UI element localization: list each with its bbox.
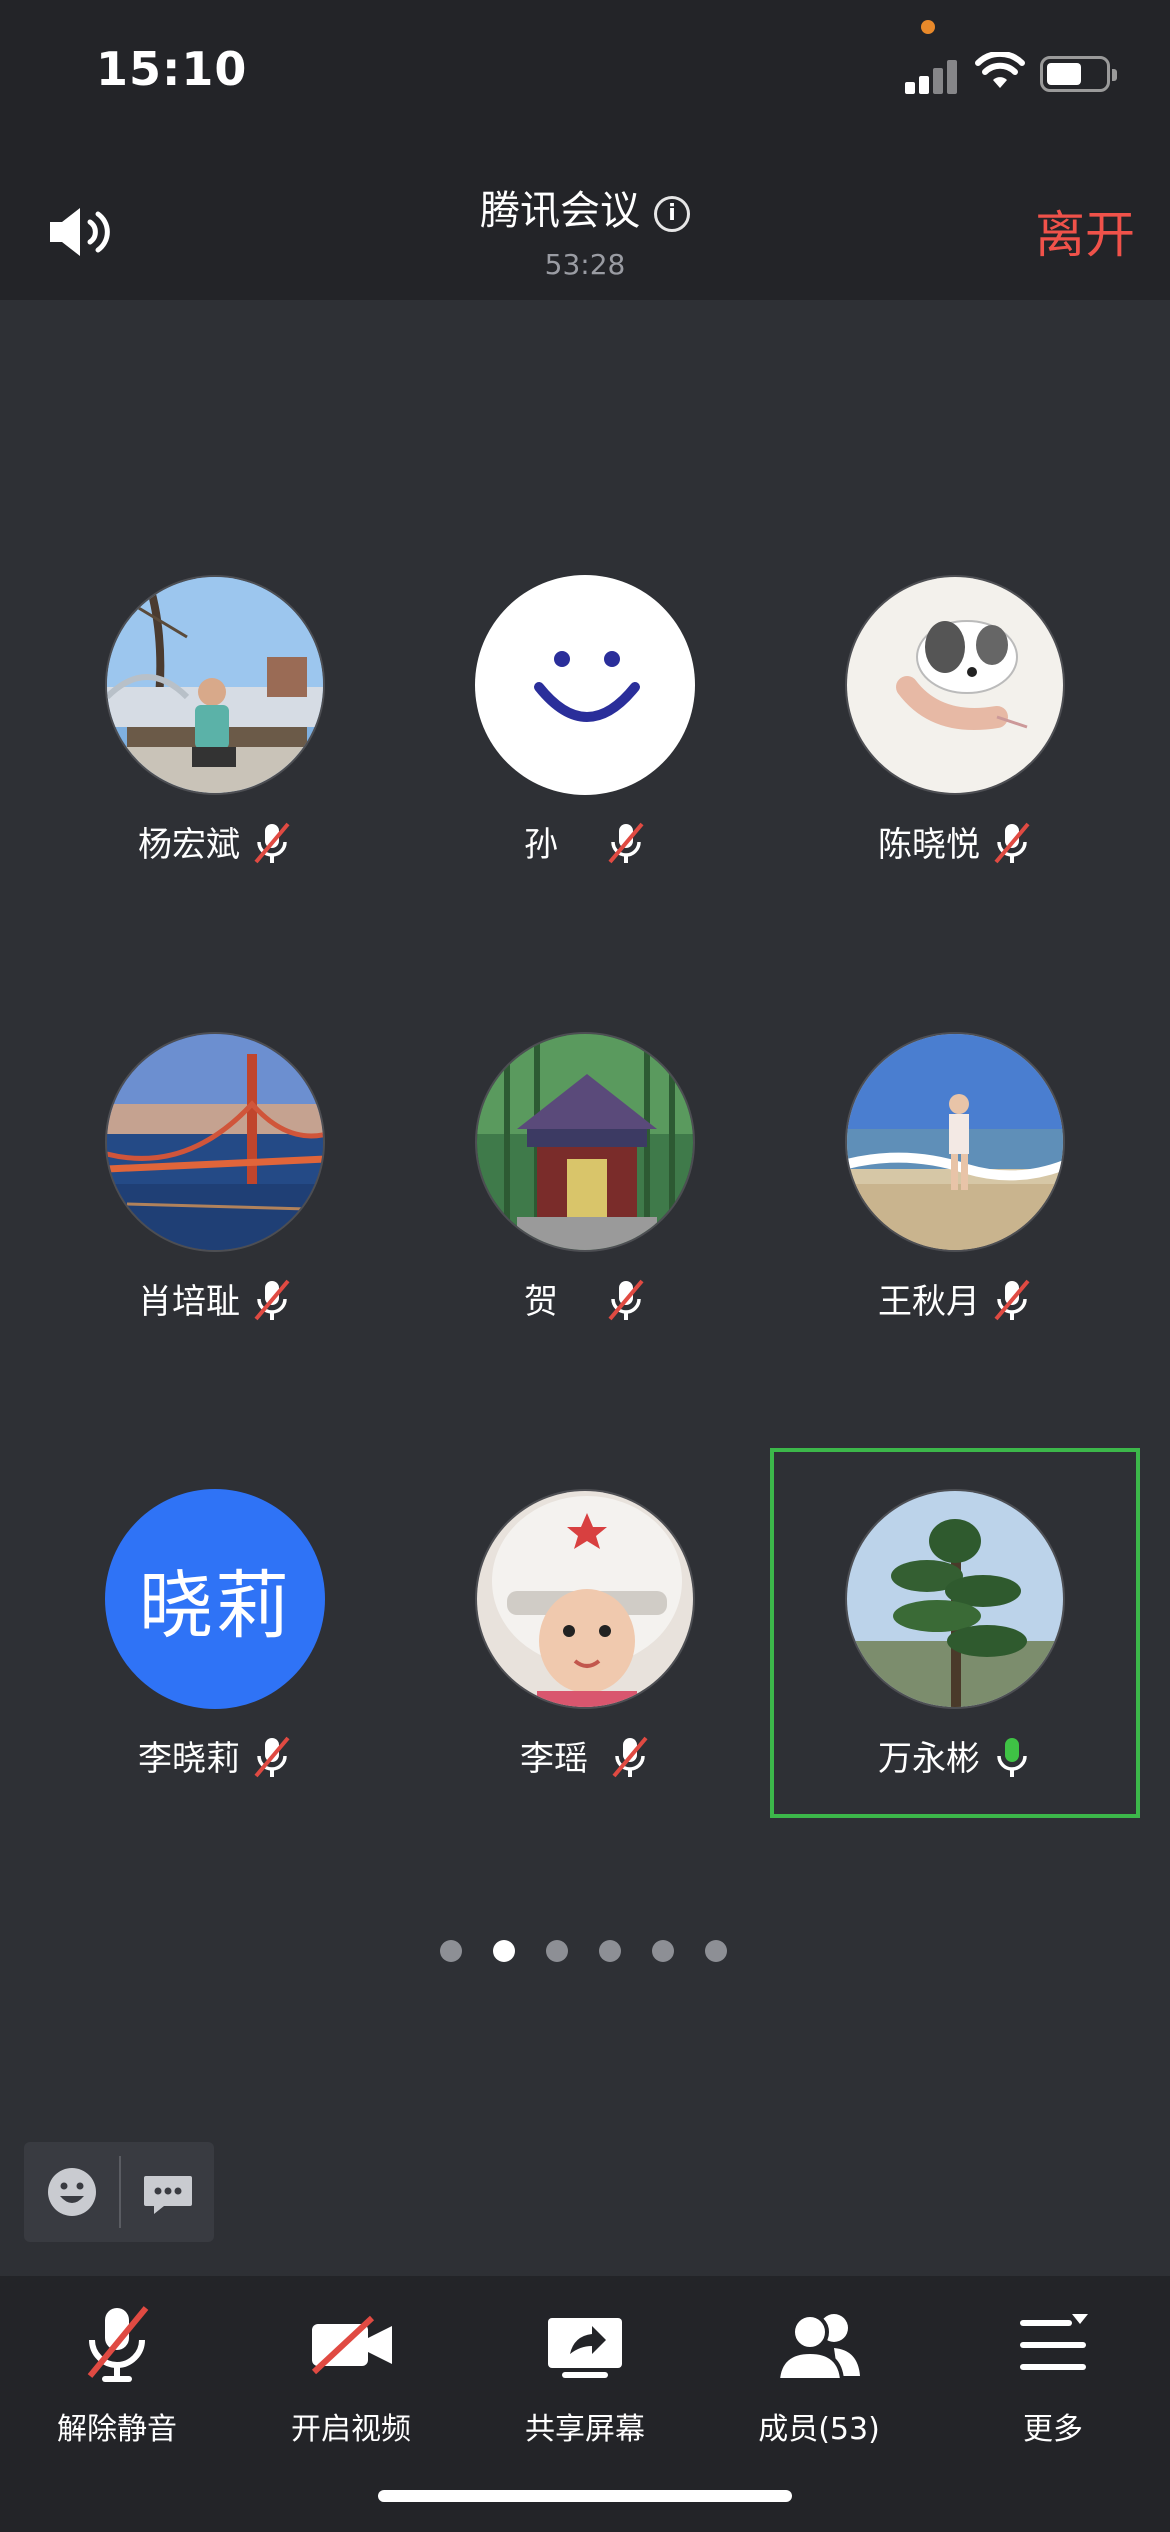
participant-avatar — [105, 1032, 325, 1252]
initials-avatar-text: 晓莉 — [105, 1489, 325, 1709]
privacy-indicator-dot — [921, 20, 935, 34]
page-indicator[interactable] — [440, 1940, 740, 1964]
mic-muted-icon — [254, 822, 290, 864]
share-screen-icon — [548, 2318, 622, 2378]
participant-avatar — [475, 1489, 695, 1709]
home-indicator — [378, 2490, 792, 2502]
participant-name: 杨宏斌 — [138, 825, 240, 865]
battery-icon — [1040, 56, 1117, 92]
page-dot[interactable] — [546, 1940, 568, 1962]
mic-muted-icon — [608, 1279, 644, 1321]
participant-name: 李瑶 — [520, 1739, 588, 1779]
members-button[interactable]: 成员(53) — [702, 2276, 936, 2476]
participant-avatar: 晓莉 — [105, 1489, 325, 1709]
participant-name-row: 万永彬 — [785, 1731, 1125, 1780]
participant-name-row: 陈晓悦 — [785, 817, 1125, 866]
mic-muted-icon — [87, 2306, 149, 2382]
more-menu-icon — [1020, 2314, 1088, 2370]
meeting-title: 腾讯会议 — [480, 188, 640, 234]
participant-avatar — [475, 1032, 695, 1252]
wifi-icon — [975, 52, 1025, 88]
participant-name-row: 王秋月 — [785, 1274, 1125, 1323]
smiley-face-icon — [477, 577, 693, 793]
mic-muted-icon — [608, 822, 644, 864]
quick-reaction-bar — [24, 2142, 214, 2242]
info-icon[interactable]: i — [654, 196, 690, 232]
participant-name: 肖培耻 — [138, 1282, 240, 1322]
mic-muted-icon — [254, 1279, 290, 1321]
participant-avatar — [475, 575, 695, 795]
mic-muted-icon — [612, 1736, 648, 1778]
emoji-icon[interactable] — [44, 2164, 100, 2220]
participant-name: 贺 — [524, 1282, 558, 1322]
meeting-header: 腾讯会议 i 53:28 离开 — [0, 150, 1170, 300]
members-label: 成员(53) — [758, 2412, 880, 2447]
participant-name-row: 李瑶 — [415, 1731, 755, 1780]
start-video-label: 开启视频 — [291, 2412, 411, 2447]
video-off-icon — [311, 2315, 392, 2375]
participant-name: 王秋月 — [878, 1282, 980, 1322]
mic-active-icon — [997, 1738, 1027, 1777]
mic-muted-icon — [994, 822, 1030, 864]
participant-name: 万永彬 — [878, 1739, 980, 1779]
page-dot[interactable] — [652, 1940, 674, 1962]
members-icon — [775, 2313, 860, 2382]
mic-muted-icon — [254, 1736, 290, 1778]
participant-avatar — [845, 575, 1065, 795]
participant-name-row: 杨宏斌 — [45, 817, 385, 866]
share-screen-button[interactable]: 共享屏幕 — [468, 2276, 702, 2476]
leave-button[interactable]: 离开 — [1035, 195, 1135, 267]
page-dot[interactable] — [440, 1940, 462, 1962]
unmute-label: 解除静音 — [57, 2412, 177, 2447]
start-video-button[interactable]: 开启视频 — [234, 2276, 468, 2476]
status-bar: 15:10 — [0, 0, 1170, 150]
participant-avatar — [845, 1032, 1065, 1252]
meeting-title-group: 腾讯会议 i — [0, 178, 1170, 236]
participant-name-row: 李晓莉 — [45, 1731, 385, 1780]
meeting-duration: 53:28 — [544, 248, 626, 281]
participant-name: 孙 — [524, 825, 558, 865]
status-time: 15:10 — [96, 42, 248, 96]
participant-name-row: 孙 — [415, 817, 755, 866]
participant-avatar — [845, 1489, 1065, 1709]
participant-avatar — [105, 575, 325, 795]
chat-icon[interactable] — [140, 2166, 196, 2222]
cellular-signal-icon — [905, 58, 961, 94]
bottom-toolbar: 解除静音 开启视频 共享屏幕 成员(53) 更多 — [0, 2276, 1170, 2532]
participant-name: 陈晓悦 — [878, 825, 980, 865]
participant-name-row: 贺 — [415, 1274, 755, 1323]
page-dot[interactable] — [705, 1940, 727, 1962]
share-screen-label: 共享屏幕 — [525, 2412, 645, 2447]
divider — [119, 2156, 121, 2228]
participant-name-row: 肖培耻 — [45, 1274, 385, 1323]
participant-name: 李晓莉 — [138, 1739, 240, 1779]
unmute-button[interactable]: 解除静音 — [0, 2276, 234, 2476]
more-label: 更多 — [1023, 2412, 1083, 2447]
more-button[interactable]: 更多 — [936, 2276, 1170, 2476]
mic-muted-icon — [994, 1279, 1030, 1321]
page-dot[interactable] — [599, 1940, 621, 1962]
page-dot-active[interactable] — [493, 1940, 515, 1962]
